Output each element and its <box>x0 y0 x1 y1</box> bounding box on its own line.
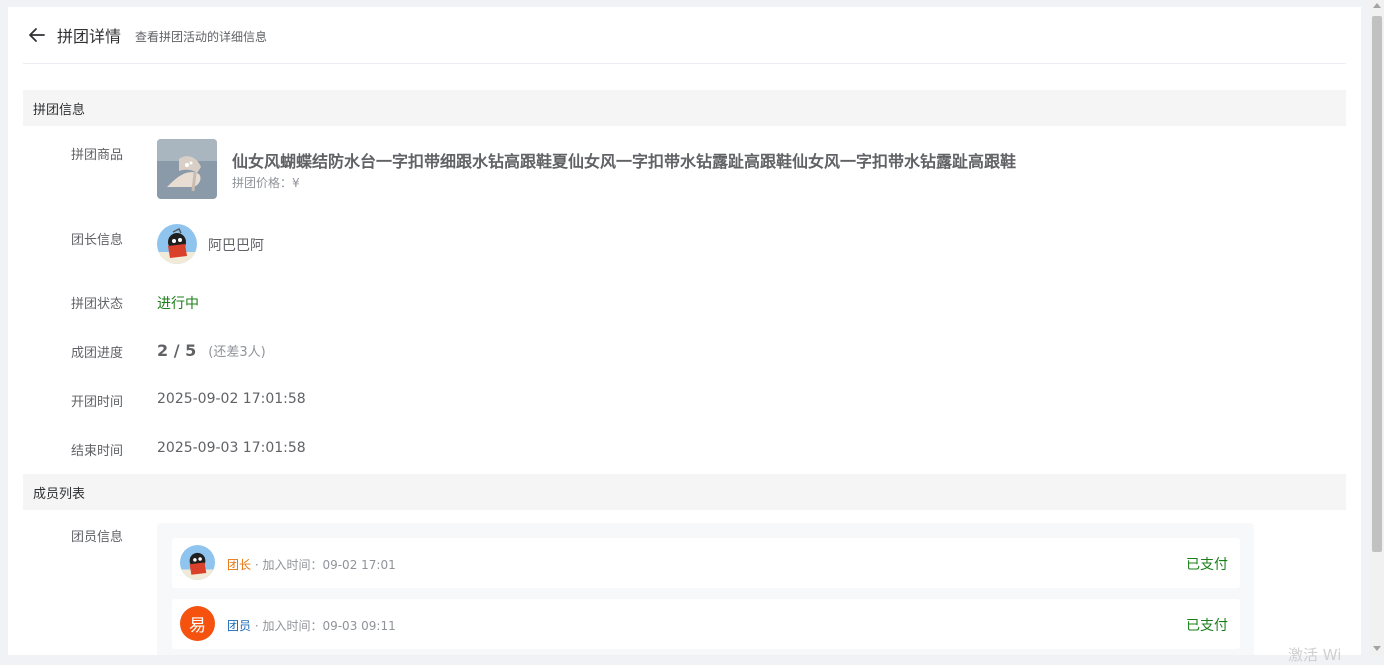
product-title[interactable]: 仙女风蝴蝶结防水台一字扣带细跟水钻高跟鞋夏仙女风一字扣带水钻露趾高跟鞋仙女风一字… <box>232 148 1016 172</box>
progress-row: 成团进度 2 / 5 (还差3人) <box>23 341 1346 363</box>
status-label: 拼团状态 <box>70 297 123 312</box>
page-title: 拼团详情 <box>57 27 122 46</box>
member-row[interactable]: 团长 · 加入时间：09-02 17:01 已支付 <box>172 538 1240 588</box>
start-time-value: 2025-09-02 17:01:58 <box>157 391 306 407</box>
status-row: 拼团状态 进行中 <box>23 293 1346 313</box>
product-row: 拼团商品 仙女风蝴蝶结防水台一字扣带细跟水钻高跟鞋夏仙女风一字扣带水钻露趾高跟鞋… <box>23 139 1346 201</box>
member-role-badge: 团员 <box>227 619 252 633</box>
status-value: 进行中 <box>157 296 199 312</box>
member-role-badge: 团长 <box>227 558 252 572</box>
member-avatar <box>180 545 215 580</box>
member-pay-status: 已支付 <box>1186 557 1228 573</box>
scrollbar-thumb[interactable] <box>1372 16 1382 552</box>
section-members: 成员列表 <box>23 474 1346 510</box>
product-label: 拼团商品 <box>70 148 123 163</box>
member-join-time: · 加入时间：09-02 17:01 <box>251 558 396 572</box>
leader-avatar[interactable] <box>157 224 197 264</box>
progress-remaining: (还差3人) <box>208 345 266 360</box>
member-join-time: · 加入时间：09-03 09:11 <box>251 619 396 633</box>
members-list: 团长 · 加入时间：09-02 17:01 已支付 易 团员 · 加入时间：09… <box>157 523 1254 655</box>
scroll-up-arrow-icon[interactable] <box>1373 3 1381 8</box>
leader-name: 阿巴巴阿 <box>208 238 264 254</box>
member-pay-status: 已支付 <box>1186 618 1228 634</box>
leader-row: 团长信息 阿巴巴阿 <box>23 224 1346 266</box>
product-price: 拼团价格：¥ <box>232 176 300 190</box>
member-row[interactable]: 易 团员 · 加入时间：09-03 09:11 已支付 <box>172 599 1240 649</box>
section-group-info: 拼团信息 <box>23 90 1346 126</box>
member-meta: 团员 · 加入时间：09-03 09:11 <box>227 617 396 634</box>
member-meta: 团长 · 加入时间：09-02 17:01 <box>227 556 396 573</box>
progress-count: 2 / 5 <box>157 341 197 360</box>
page-header: 拼团详情 查看拼团活动的详细信息 <box>23 7 1346 64</box>
page-subtitle: 查看拼团活动的详细信息 <box>135 29 268 44</box>
start-time-label: 开团时间 <box>70 395 123 410</box>
arrow-left-icon[interactable] <box>27 25 47 45</box>
end-time-row: 结束时间 2025-09-03 17:01:58 <box>23 440 1346 460</box>
end-time-label: 结束时间 <box>70 444 123 459</box>
scroll-down-arrow-icon[interactable] <box>1373 646 1381 651</box>
leader-label: 团长信息 <box>70 233 123 248</box>
product-image[interactable] <box>157 139 217 199</box>
progress-label: 成团进度 <box>70 346 123 361</box>
start-time-row: 开团时间 2025-09-02 17:01:58 <box>23 391 1346 411</box>
end-time-value: 2025-09-03 17:01:58 <box>157 440 306 456</box>
progress-value-group: 2 / 5 (还差3人) <box>157 341 266 360</box>
member-avatar: 易 <box>180 606 215 641</box>
detail-card: 拼团详情 查看拼团活动的详细信息 拼团信息 拼团商品 仙女风蝴蝶结防水台一字扣带… <box>8 7 1361 655</box>
members-label: 团员信息 <box>70 530 123 545</box>
